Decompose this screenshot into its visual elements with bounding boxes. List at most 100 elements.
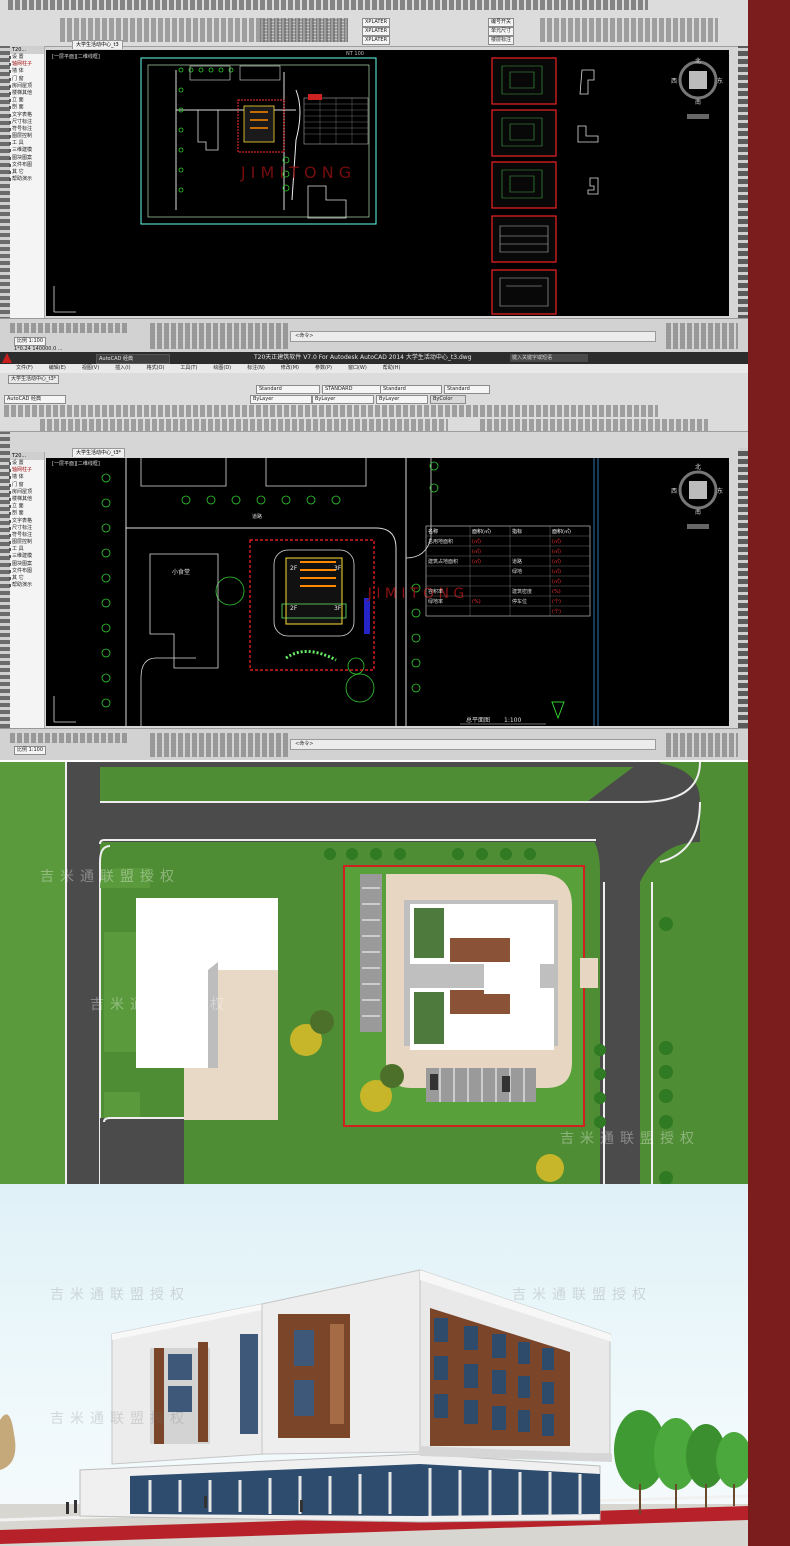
plan-scale: 1:100: [504, 717, 521, 724]
tianzheng-menu-item[interactable]: 帮助演示: [9, 582, 44, 589]
menu-item[interactable]: 插入(I): [115, 365, 130, 371]
layer-chip-1[interactable]: XPLATER: [362, 18, 391, 27]
status-icons[interactable]: [666, 323, 738, 349]
linetype-select[interactable]: ByLayer: [312, 395, 374, 404]
tianzheng-menu-item[interactable]: 文字表格: [9, 112, 44, 119]
standard-toolbar[interactable]: [4, 405, 658, 417]
text-style-select[interactable]: Standard: [256, 385, 320, 394]
menu-item[interactable]: 参数(P): [315, 365, 332, 371]
command-line[interactable]: <命令>: [290, 331, 656, 342]
layer-chip-3[interactable]: XPLATER: [362, 36, 391, 45]
right-modify-tools[interactable]: [738, 448, 748, 728]
scale-indicator[interactable]: 比例 1:100: [14, 746, 46, 755]
menu-item[interactable]: 窗口(W): [348, 365, 367, 371]
table-cell: (个): [552, 599, 561, 605]
cad-watermark: J I M I T O N G: [240, 163, 351, 182]
tianzheng-menu-item[interactable]: 房间屋顶: [9, 489, 44, 496]
workspace-selector[interactable]: AutoCAD 经典: [96, 354, 170, 364]
tianzheng-toolbar[interactable]: [540, 18, 718, 42]
table-style-select[interactable]: Standard: [380, 385, 442, 394]
tianzheng-menu-item[interactable]: 剖 面: [9, 104, 44, 111]
floor-label-1: 2F: [290, 565, 298, 572]
menu-item[interactable]: 格式(O): [147, 365, 165, 371]
parking-row-bottom: [426, 1068, 536, 1102]
compass-east: 东: [717, 77, 723, 85]
parking-lots: [140, 458, 367, 487]
dim-style-select[interactable]: STANDARD: [322, 385, 388, 394]
tianzheng-menu-item[interactable]: 墙 体: [9, 474, 44, 481]
right-modify-tools[interactable]: [738, 46, 748, 328]
standard-toolbar[interactable]: [8, 0, 648, 10]
table-cell: 建筑密度: [512, 588, 532, 595]
file-tab-top[interactable]: 大学生活动中心_t3*: [8, 375, 60, 384]
menu-item[interactable]: 文件(F): [16, 365, 33, 371]
menu-item[interactable]: 标注(N): [247, 365, 265, 371]
file-tab[interactable]: 大学生活动中心_t3: [72, 40, 123, 49]
menu-item[interactable]: 编辑(E): [49, 365, 66, 371]
tianzheng-toolbar[interactable]: [480, 419, 708, 431]
menu-item[interactable]: 修改(M): [281, 365, 299, 371]
tianzheng-menu-item[interactable]: 符号标注: [9, 126, 44, 133]
tree-left: [0, 1414, 16, 1470]
layout-tabs[interactable]: [10, 323, 128, 333]
panel-chip-3[interactable]: 楼层标注: [488, 36, 515, 45]
plan-title: 总平面图: [466, 716, 490, 724]
color-select[interactable]: ByLayer: [250, 395, 312, 404]
table-header-cell: 面积(㎡): [472, 528, 491, 535]
modify-toolbar[interactable]: [260, 18, 348, 42]
mleader-style-select[interactable]: Standard: [444, 385, 490, 394]
menu-item[interactable]: 帮助(H): [383, 365, 401, 371]
menu-item[interactable]: 工具(T): [180, 365, 197, 371]
layer-chip-2[interactable]: XPLATER: [362, 27, 391, 36]
existing-building: [197, 109, 219, 151]
tianzheng-menu-item[interactable]: 帮助演示: [9, 176, 44, 183]
tianzheng-menu-item[interactable]: 文件布图: [9, 568, 44, 575]
floor-label-3: 2F: [290, 605, 298, 612]
tianzheng-menu-item[interactable]: 符号标注: [9, 532, 44, 539]
osnap-toolbar[interactable]: [150, 323, 288, 349]
tianzheng-menu-item[interactable]: 文字表格: [9, 518, 44, 525]
status-icons[interactable]: [666, 733, 738, 757]
command-line[interactable]: <命令>: [290, 739, 656, 750]
scale-indicator[interactable]: 比例 1:100: [14, 337, 46, 346]
table-cell: 建筑占地面积: [428, 558, 458, 565]
panel-chip-2[interactable]: 单元尺寸: [488, 27, 515, 36]
tianzheng-menu-item[interactable]: 剖 面: [9, 510, 44, 517]
drawing-canvas[interactable]: [一层平面][二维线框]: [46, 458, 729, 726]
menu-item[interactable]: 视图(V): [82, 365, 99, 371]
tianzheng-menu-item[interactable]: 尺寸标注: [9, 525, 44, 532]
yellow-tree-3: [536, 1154, 564, 1182]
roof-outline-2: [577, 125, 599, 143]
compass-south: 南: [695, 98, 701, 106]
osnap-toolbar[interactable]: [150, 733, 288, 757]
drawing-canvas[interactable]: [一层平面][二维线框]: [46, 50, 729, 316]
menu-item[interactable]: 绘图(D): [213, 365, 231, 371]
tianzheng-menu-item[interactable]: 三维建模: [9, 553, 44, 560]
tianzheng-menu-item[interactable]: 尺寸标注: [9, 119, 44, 126]
tianzheng-menu-item[interactable]: 房间屋顶: [9, 83, 44, 90]
search-input[interactable]: 键入关键字或短语: [510, 354, 588, 362]
tianzheng-menu-item[interactable]: 墙 体: [9, 68, 44, 75]
layout-tabs[interactable]: [10, 733, 128, 743]
tianzheng-menu-item[interactable]: 图块图案: [9, 561, 44, 568]
site-plan-illustration: [0, 762, 748, 1184]
file-tab[interactable]: 大学生活动中心_t3*: [72, 448, 126, 457]
road-lines: [175, 70, 296, 210]
lineweight-select[interactable]: ByLayer: [376, 395, 428, 404]
plotstyle-select[interactable]: ByColor: [430, 395, 466, 404]
autocad-logo-icon[interactable]: [2, 353, 12, 363]
tianzheng-menu-item[interactable]: 文件布图: [9, 162, 44, 169]
tianzheng-menu-item[interactable]: 图层控制: [9, 133, 44, 140]
panel-chip-1[interactable]: 编号开关: [488, 18, 515, 27]
tianzheng-panel-title: T20...: [10, 46, 44, 54]
workspace-toolbar[interactable]: AutoCAD 经典: [4, 395, 66, 404]
tianzheng-menu-item[interactable]: 门 窗: [9, 482, 44, 489]
left-draw-tools[interactable]: [0, 46, 10, 328]
tianzheng-menu-item[interactable]: 图块图案: [9, 155, 44, 162]
wcs-chip: [687, 524, 709, 529]
draw-toolbar[interactable]: [40, 419, 448, 431]
table-cell: (㎡): [552, 568, 561, 575]
tianzheng-menu-item[interactable]: 门 窗: [9, 76, 44, 83]
tianzheng-menu-item[interactable]: 图层控制: [9, 539, 44, 546]
tianzheng-menu-item[interactable]: 三维建模: [9, 147, 44, 154]
